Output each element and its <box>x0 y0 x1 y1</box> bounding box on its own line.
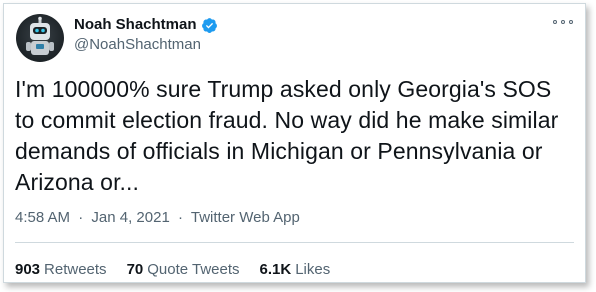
tweet-stats: 903 Retweets 70 Quote Tweets 6.1K Likes <box>15 261 330 279</box>
robot-avatar-icon[interactable] <box>16 14 64 62</box>
tweet-text: I'm 100000% sure Trump asked only Georgi… <box>15 76 559 195</box>
retweets-stat[interactable]: 903 Retweets <box>15 261 107 279</box>
tweet-meta: 4:58 AM · Jan 4, 2021 · Twitter Web App <box>15 209 300 227</box>
quotes-count: 70 <box>126 261 144 278</box>
tweet-date[interactable]: Jan 4, 2021 <box>91 209 169 226</box>
meta-separator: · <box>78 209 84 226</box>
likes-count: 6.1K <box>259 261 292 278</box>
likes-label: Likes <box>295 261 331 278</box>
retweets-count: 903 <box>15 261 41 278</box>
retweets-label: Retweets <box>44 261 107 278</box>
tweet-time[interactable]: 4:58 AM <box>15 209 70 226</box>
author-display-name[interactable]: Noah Shachtman <box>74 16 197 34</box>
verified-badge-icon <box>201 17 218 34</box>
author-handle[interactable]: @NoahShachtman <box>74 36 201 54</box>
more-options-icon[interactable] <box>553 15 573 29</box>
likes-stat[interactable]: 6.1K Likes <box>260 261 331 279</box>
tweet-card: Noah Shachtman @NoahShachtman I'm 100000… <box>3 3 586 283</box>
quote-tweets-stat[interactable]: 70 Quote Tweets <box>127 261 240 279</box>
quotes-label: Quote Tweets <box>147 261 240 278</box>
meta-separator-2: · <box>177 209 183 226</box>
tweet-source[interactable]: Twitter Web App <box>191 209 300 226</box>
divider <box>15 242 574 243</box>
